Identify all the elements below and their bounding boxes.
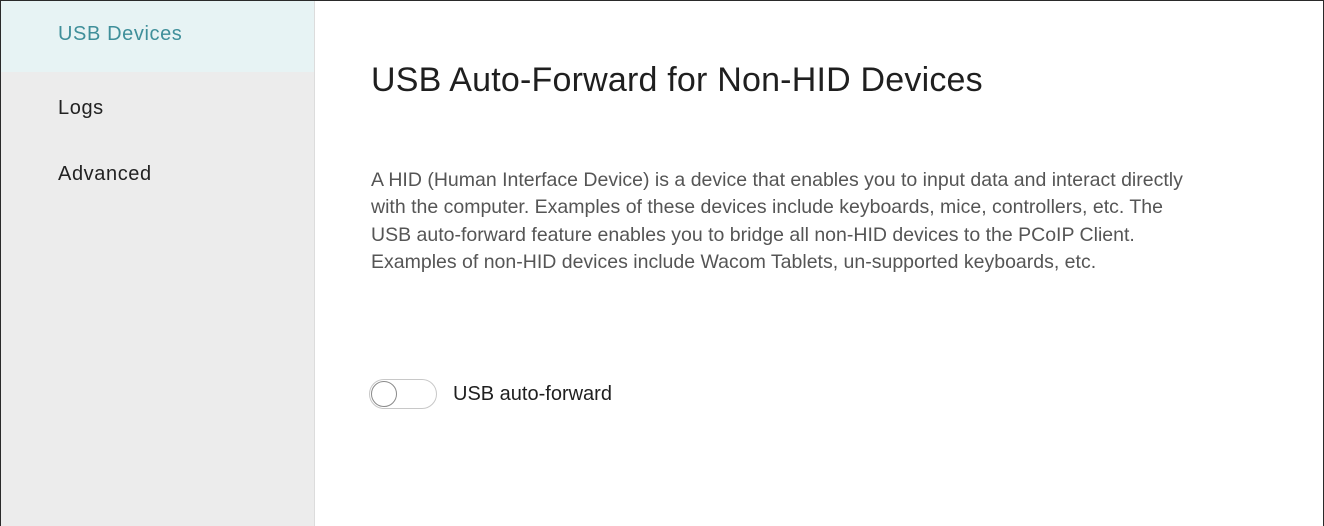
sidebar-item-usb-devices[interactable]: USB Devices	[1, 1, 314, 72]
description-text: A HID (Human Interface Device) is a devi…	[371, 169, 1183, 274]
main-panel: USB Auto-Forward for Non-HID Devices A H…	[315, 1, 1323, 526]
sidebar-item-logs[interactable]: Logs	[1, 72, 314, 136]
settings-window: USB Devices Logs Advanced USB Auto-Forwa…	[0, 0, 1324, 526]
usb-auto-forward-row: USB auto-forward	[369, 379, 612, 409]
sidebar: USB Devices Logs Advanced	[1, 1, 314, 526]
sidebar-item-label: Logs	[58, 97, 104, 119]
page-title: USB Auto-Forward for Non-HID Devices	[371, 61, 983, 99]
usb-auto-forward-label[interactable]: USB auto-forward	[453, 383, 612, 406]
toggle-knob	[371, 381, 397, 407]
sidebar-item-label: USB Devices	[58, 23, 183, 45]
sidebar-item-label: Advanced	[58, 163, 152, 185]
sidebar-item-advanced[interactable]: Advanced	[1, 136, 314, 206]
usb-auto-forward-toggle[interactable]	[369, 379, 437, 409]
